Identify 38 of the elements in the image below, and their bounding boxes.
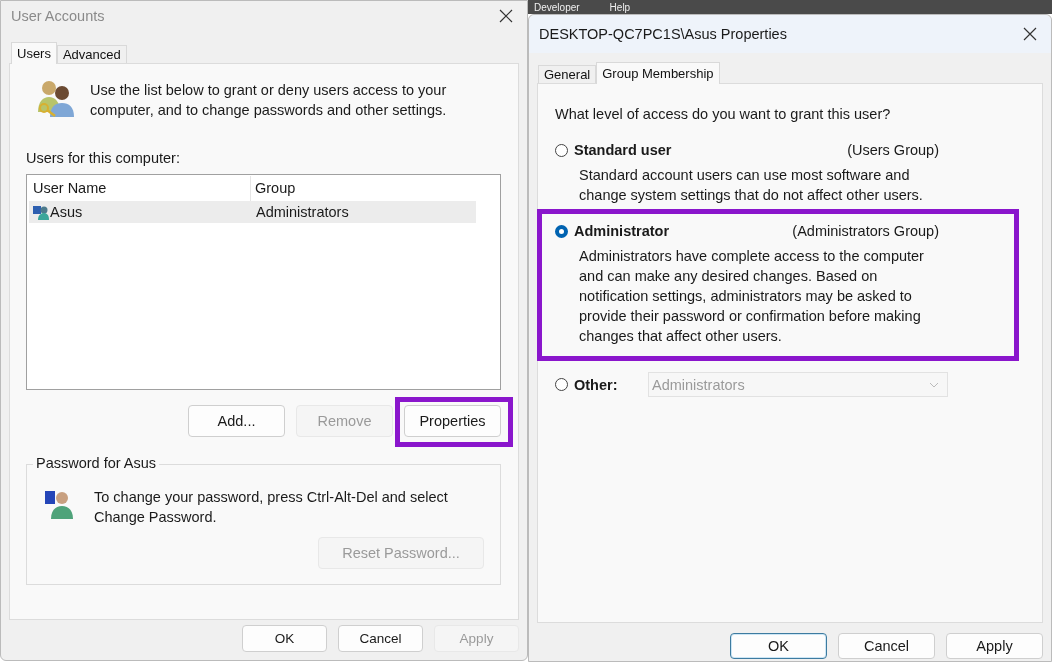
button[interactable]: Apply <box>946 633 1043 659</box>
user-icon <box>33 204 49 220</box>
description-text: Administrators have complete access to the computer and can make any desired changes. Based on notification settings, administrators may be asked to provide their password or confirmation before making changes that affect other users. <box>579 247 925 346</box>
button[interactable]: Properties <box>404 405 501 437</box>
list-label: Users for this computer: <box>26 150 181 166</box>
button[interactable]: Cancel <box>338 625 423 652</box>
option-label: Other: <box>574 376 619 393</box>
button[interactable]: OK <box>242 625 327 652</box>
chevron-down-icon <box>929 381 939 388</box>
description-text: Standard account users can use most software and change system settings that do not affect other users. <box>579 166 924 205</box>
menu-item[interactable]: Help <box>609 2 631 14</box>
tab[interactable]: Group Membership <box>596 62 720 84</box>
button[interactable]: Cancel <box>838 633 935 659</box>
user-icon <box>45 489 75 519</box>
radio-button[interactable] <box>555 224 568 238</box>
list-row[interactable]: Asus Administrators <box>29 201 476 223</box>
tab[interactable]: Advanced <box>56 45 127 63</box>
tab[interactable]: Users <box>11 42 57 64</box>
button[interactable]: OK <box>730 633 827 659</box>
user-list[interactable]: User Name Group Asus Administrators <box>26 174 501 390</box>
table-cell: Administrators <box>256 204 349 220</box>
menu-item[interactable]: Developer <box>534 2 580 14</box>
button[interactable]: Add... <box>188 405 285 437</box>
question-text: What level of access do you want to grant this user? <box>555 106 892 122</box>
group-label: (Users Group) <box>847 142 939 158</box>
description-text: To change your password, press Ctrl-Alt-Del and select Change Password. <box>94 488 449 527</box>
option-label: Standard user <box>574 142 672 158</box>
group-label: (Administrators Group) <box>792 223 939 239</box>
description-text: Use the list below to grant or deny users access to your computer, and to change passwords and other settings. <box>90 81 448 120</box>
window-title: User Accounts <box>11 8 105 24</box>
table-cell: Asus <box>50 204 83 220</box>
window-title: DESKTOP-QC7PC1S\Asus Properties <box>539 26 787 42</box>
column-header[interactable]: Group <box>251 176 475 201</box>
group-title: Password for Asus <box>33 455 160 471</box>
tab[interactable]: General <box>538 65 597 83</box>
option-label: Administrator <box>574 223 670 239</box>
users-icon <box>36 78 76 118</box>
radio-button[interactable] <box>555 143 568 157</box>
